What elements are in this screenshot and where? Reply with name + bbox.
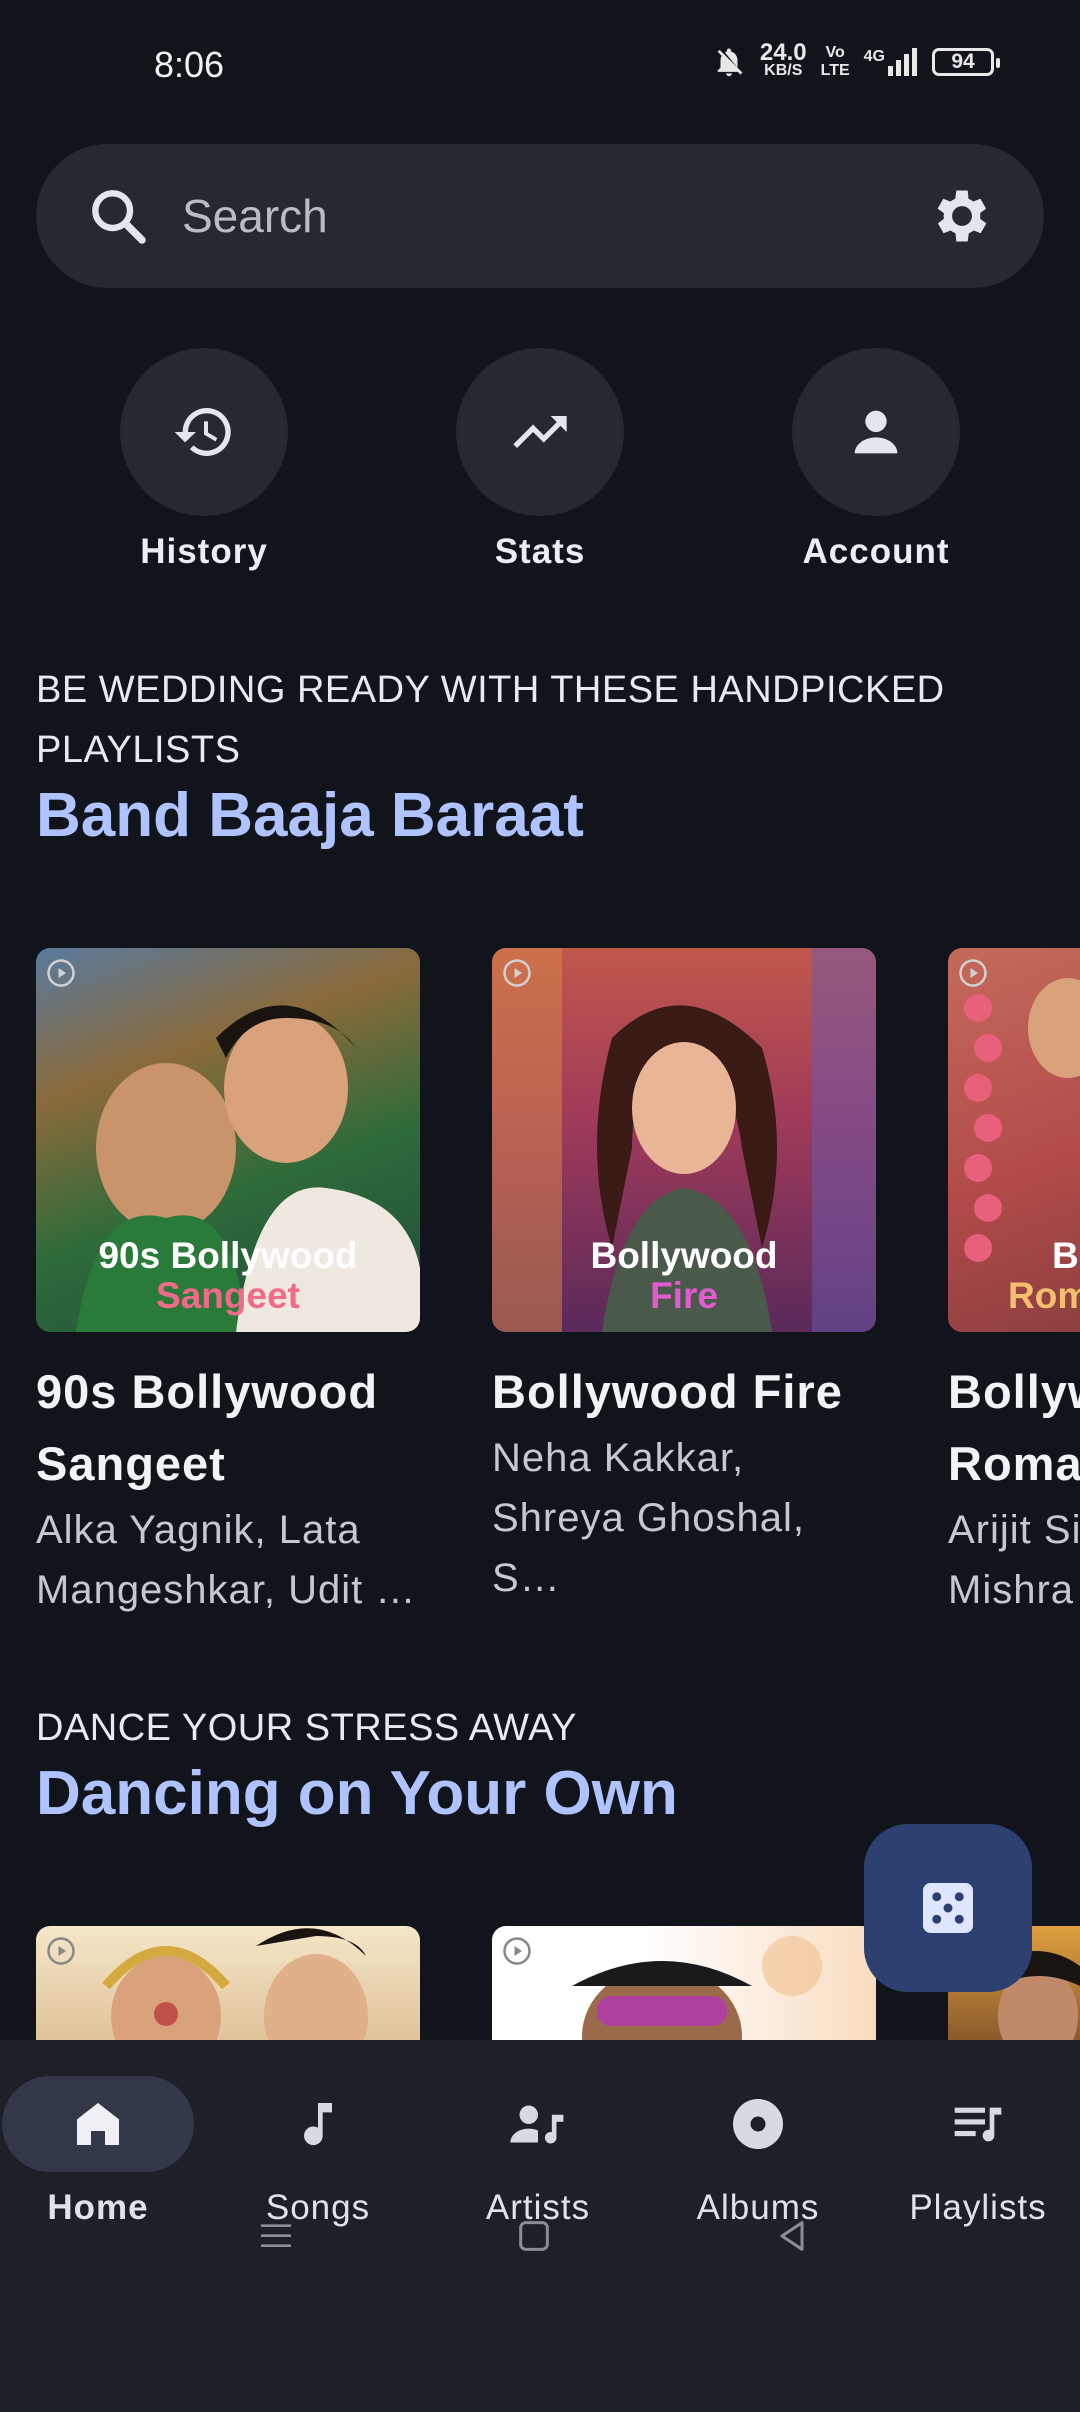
network-type: 4G <box>864 48 918 76</box>
shuffle-dice-button[interactable] <box>864 1824 1032 1992</box>
playlist-cover[interactable] <box>36 1926 420 2040</box>
play-badge-icon <box>959 959 987 987</box>
nav-playlists-label: Playlists <box>909 2188 1047 2227</box>
history-circle[interactable] <box>120 348 288 516</box>
nav-artists-pill[interactable] <box>442 2076 634 2172</box>
cover-text: 90s Bollywood Sangeet <box>36 1236 420 1316</box>
account-circle[interactable] <box>792 348 960 516</box>
cover-line1: Bo <box>1052 1235 1080 1276</box>
nav-home[interactable]: Home <box>0 2076 198 2228</box>
trending-up-icon <box>513 416 567 448</box>
cover-line1: 90s Bollywood <box>98 1235 358 1276</box>
nav-home-label: Home <box>47 2188 149 2227</box>
playlist-artists: Alka Yagnik, Lata Mangeshkar, Udit … <box>36 1508 417 1612</box>
section-title[interactable]: Dancing on Your Own <box>36 1758 678 1829</box>
playlist-title: Bollywood Fire <box>492 1365 843 1418</box>
volte-top: Vo <box>825 44 845 61</box>
mute-notification-icon <box>717 48 743 77</box>
search-bar[interactable] <box>36 144 1044 288</box>
history-label: History <box>140 532 268 571</box>
stats-circle[interactable] <box>456 348 624 516</box>
section-title[interactable]: Band Baaja Baraat <box>36 780 584 851</box>
search-input[interactable] <box>180 188 834 244</box>
playlist-artists: Arijit Si Mishra <box>948 1508 1080 1612</box>
playlist-title: 90s Bollywood Sangeet <box>36 1365 379 1490</box>
nav-artists[interactable]: Artists <box>438 2076 638 2228</box>
artist-icon <box>510 2105 564 2144</box>
playlist-icon <box>954 2107 1002 2142</box>
playlist-cover[interactable]: 90s Bollywood Sangeet <box>36 948 420 1332</box>
search-icon <box>92 190 146 244</box>
bottom-nav: Home Songs Artists Albums Playlists <box>0 2040 1080 2412</box>
cover-line2: Fire <box>650 1275 718 1316</box>
status-time: 8:06 <box>154 44 225 85</box>
section-subtitle: DANCE YOUR STRESS AWAY <box>36 1707 577 1749</box>
history-icon <box>174 407 231 456</box>
music-note-icon <box>304 2103 332 2146</box>
network-label: 4G <box>863 48 885 65</box>
net-speed-value: 24.0 <box>759 39 807 66</box>
nav-albums[interactable]: Albums <box>658 2076 858 2228</box>
home-icon <box>77 2103 119 2145</box>
person-icon <box>854 410 898 454</box>
volte-bottom: LTE <box>820 62 850 79</box>
cover-figures <box>102 1928 368 2040</box>
battery-level: 94 <box>951 50 975 73</box>
playlist-artists: Neha Kakkar, Shreya Ghoshal, S… <box>492 1436 805 1600</box>
playlist-title: Bollyw Roma <box>948 1365 1080 1490</box>
nav-playlists[interactable]: Playlists <box>878 2076 1078 2228</box>
play-badge-icon <box>503 1937 531 1965</box>
stats-label: Stats <box>494 532 586 571</box>
menu-icon[interactable] <box>256 2216 296 2256</box>
volte-indicator: Vo LTE <box>821 44 850 80</box>
nav-albums-pill[interactable] <box>662 2076 854 2172</box>
nav-home-pill[interactable] <box>2 2076 194 2172</box>
playlist-card-clip: Bo Rom Bollyw Roma Arijit Si Mishra <box>948 948 1080 1648</box>
nav-songs-pill[interactable] <box>222 2076 414 2172</box>
status-icons: 24.0 KB/S Vo LTE 4G 94 <box>712 39 1000 80</box>
playlist-card[interactable]: Bo Rom Bollyw Roma Arijit Si Mishra <box>948 948 1080 1620</box>
account-label: Account <box>802 532 950 571</box>
play-badge-icon <box>47 959 75 987</box>
cover-figure <box>572 1936 822 2040</box>
nav-songs[interactable]: Songs <box>218 2076 418 2228</box>
cover-text: Bollywood Fire <box>492 1236 876 1316</box>
section-subtitle: BE WEDDING READY WITH THESE HANDPICKED P… <box>36 669 945 771</box>
signal-icon <box>888 48 917 76</box>
back-icon[interactable] <box>772 2216 812 2256</box>
stats-button[interactable]: Stats <box>420 348 660 572</box>
album-icon <box>733 2099 783 2149</box>
cover-text: Bo Rom <box>1008 1236 1080 1316</box>
nav-playlists-pill[interactable] <box>882 2076 1074 2172</box>
play-badge-icon <box>47 1937 75 1965</box>
history-button[interactable]: History <box>84 348 324 572</box>
home-square-icon[interactable] <box>514 2216 554 2256</box>
account-button[interactable]: Account <box>756 348 996 572</box>
settings-gear-icon[interactable] <box>928 182 996 250</box>
playlist-cover[interactable]: Bo Rom <box>948 948 1080 1332</box>
play-badge-icon <box>503 959 531 987</box>
net-speed: 24.0 KB/S <box>759 39 807 80</box>
battery-icon: 94 <box>932 48 1000 76</box>
dice-icon <box>923 1883 973 1933</box>
cover-line2: Sangeet <box>156 1275 300 1316</box>
playlist-cover[interactable] <box>492 1926 876 2040</box>
playlist-cover[interactable]: Bollywood Fire <box>492 948 876 1332</box>
cover-line1: Bollywood <box>590 1235 778 1276</box>
cover-line2: Rom <box>1008 1275 1080 1316</box>
net-speed-unit: KB/S <box>764 62 803 79</box>
playlist-card[interactable]: 90s Bollywood Sangeet 90s Bollywood Sang… <box>36 948 420 1620</box>
playlist-card[interactable]: Bollywood Fire Bollywood Fire Neha Kakka… <box>492 948 876 1608</box>
